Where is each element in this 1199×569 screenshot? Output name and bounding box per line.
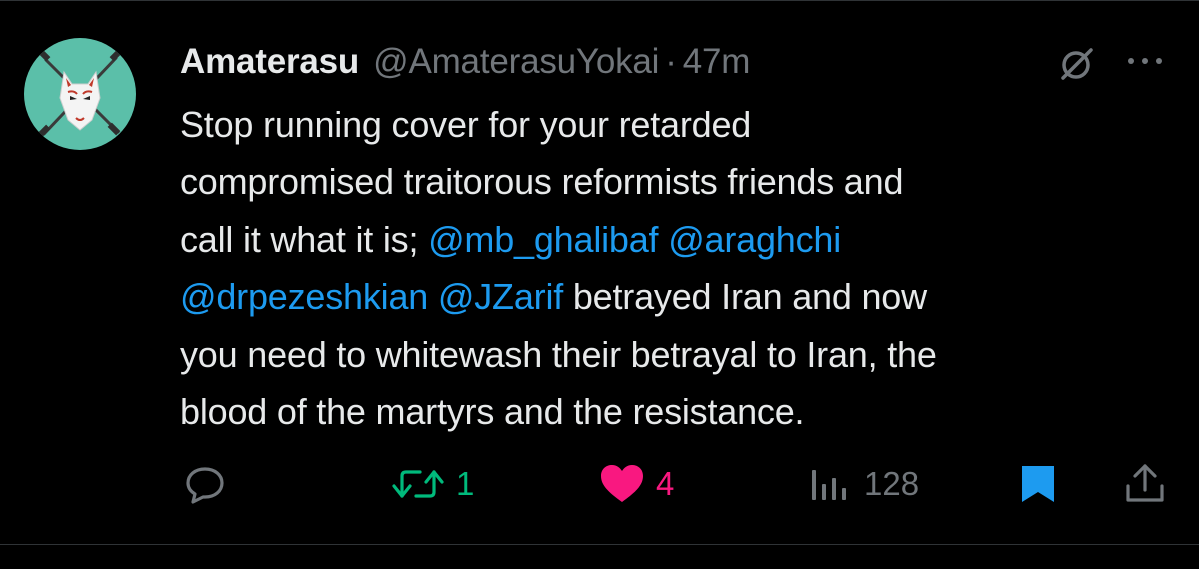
timestamp[interactable]: 47m	[683, 42, 751, 82]
retweet-button[interactable]: 1	[390, 462, 474, 506]
tweet-text-line: @drpezeshkian @JZarif betrayed Iran and …	[180, 268, 1165, 325]
heart-icon	[601, 465, 643, 502]
tweet-text-segment: you need to whitewash their betrayal to …	[180, 333, 937, 375]
views-icon	[812, 470, 846, 500]
tweet-text-line: call it what it is; @mb_ghalibaf @araghc…	[180, 211, 1165, 268]
share-button[interactable]	[1122, 462, 1168, 506]
views-count: 128	[864, 465, 920, 502]
kitsune-mask-avatar	[37, 48, 123, 138]
author-name[interactable]: Amaterasu	[180, 42, 359, 82]
reply-icon	[186, 467, 224, 504]
tweet-text: Stop running cover for your retarded comp…	[180, 96, 1165, 440]
author-handle[interactable]: @AmaterasuYokai	[373, 42, 659, 82]
views-button[interactable]: 128	[808, 462, 919, 506]
tweet-header: Amaterasu @AmaterasuYokai · 47m	[180, 38, 750, 86]
mention-link[interactable]: @mb_ghalibaf	[428, 219, 658, 260]
tweet-text-segment: Stop running cover for your retarded	[180, 104, 752, 145]
more-icon[interactable]	[1122, 46, 1168, 76]
tweet-text-segment	[658, 219, 668, 260]
tweet-text-line: Stop running cover for your retarded	[180, 96, 1165, 153]
top-divider	[0, 0, 1199, 1]
tweet-text-line: you need to whitewash their betrayal to …	[180, 326, 1165, 383]
tweet-text-segment: betrayed Iran and now	[563, 276, 927, 318]
retweet-icon	[392, 470, 444, 498]
like-button[interactable]: 4	[598, 462, 674, 506]
mention-link[interactable]: @JZarif	[438, 276, 563, 317]
bookmark-button[interactable]	[1018, 462, 1058, 506]
tweet-text-segment: blood of the martyrs and the resistance.	[180, 391, 805, 433]
tweet-text-line: blood of the martyrs and the resistance.	[180, 383, 1165, 440]
share-icon	[1126, 464, 1164, 502]
grok-icon[interactable]	[1056, 44, 1096, 84]
reply-button[interactable]	[182, 462, 228, 506]
mention-link[interactable]: @araghchi	[668, 219, 841, 260]
bookmark-icon	[1022, 466, 1054, 502]
tweet-text-segment: call it what it is;	[180, 218, 429, 260]
like-count: 4	[656, 465, 675, 502]
mention-link[interactable]: @drpezeshkian	[180, 276, 428, 317]
retweet-count: 1	[456, 465, 475, 502]
action-bar: 1 4 128	[0, 462, 1199, 506]
tweet-text-line: compromised traitorous reformists friend…	[180, 153, 1165, 210]
avatar[interactable]	[24, 38, 136, 150]
separator-dot: ·	[665, 42, 677, 81]
tweet-text-segment	[428, 276, 438, 317]
tweet-text-segment: compromised traitorous reformists friend…	[180, 161, 904, 203]
bottom-divider	[0, 544, 1199, 545]
